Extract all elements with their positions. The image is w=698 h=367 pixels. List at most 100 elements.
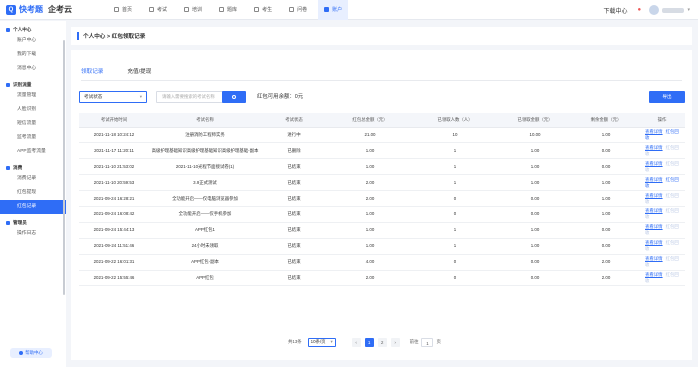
table-cell: 已结束	[261, 190, 327, 207]
table-cell: 3.9正式测试	[149, 174, 261, 192]
sidebar-item[interactable]: 短信流量	[0, 117, 66, 131]
prev-page-button[interactable]: ‹	[351, 337, 361, 347]
tab-1[interactable]: 充值/提现	[127, 67, 151, 81]
column-header: 考试名称	[149, 113, 261, 128]
table-cell-actions: 查看详情 红包回收	[639, 190, 685, 207]
table-cell: 0.00	[497, 190, 573, 207]
nav-item-label: 问卷	[297, 7, 308, 13]
column-header: 已领取人数（人）	[413, 113, 497, 128]
sidebar-item[interactable]: 红包提现	[0, 186, 66, 200]
logo[interactable]: Q 快考题 企考云	[6, 4, 94, 15]
nav-item-label: 账户	[332, 7, 343, 13]
chevron-down-icon: ▾	[139, 94, 142, 99]
group-icon	[6, 82, 10, 87]
avatar[interactable]	[649, 5, 660, 15]
group-icon	[6, 165, 10, 170]
main-nav: 首页 考试 培训 题库 考生 问卷 账户	[108, 0, 353, 20]
group-icon	[6, 220, 10, 225]
view-detail-link[interactable]: 查看详情	[645, 240, 663, 245]
view-detail-link[interactable]: 查看详情	[645, 272, 663, 277]
table-cell: 1.00	[327, 142, 413, 160]
sidebar-group-title: 个人中心	[0, 25, 66, 34]
table-cell: 2021-09-24 16:08:42	[79, 206, 149, 223]
sidebar-item[interactable]: APP监考流量	[0, 145, 66, 159]
nav-item-5[interactable]: 问卷	[283, 0, 313, 20]
view-detail-link[interactable]: 查看详情	[645, 129, 663, 134]
view-detail-link[interactable]: 查看详情	[645, 256, 663, 261]
logo-name: 快考题	[19, 5, 43, 14]
nav-item-1[interactable]: 考试	[143, 0, 173, 20]
view-detail-link[interactable]: 查看详情	[645, 224, 663, 229]
page-number-button[interactable]: 2	[377, 337, 387, 347]
view-detail-link[interactable]: 查看详情	[645, 193, 663, 198]
search-icon	[232, 95, 236, 99]
next-page-button[interactable]: ›	[390, 337, 400, 347]
bell-icon[interactable]: ●	[637, 7, 643, 13]
sidebar-item[interactable]: 账户中心	[0, 34, 66, 48]
view-detail-link[interactable]: 查看详情	[645, 208, 663, 213]
table-cell: 2.00	[327, 174, 413, 192]
page-number-button[interactable]: 1	[364, 337, 374, 347]
exam-status-select[interactable]: 考试状态 ▾	[79, 91, 147, 103]
nav-icon	[289, 7, 295, 12]
sidebar-item[interactable]: 监考流量	[0, 131, 66, 145]
chevron-down-icon[interactable]: ▾	[687, 7, 690, 13]
nav-item-label: 考生	[262, 7, 273, 13]
table-cell: 已结束	[261, 238, 327, 255]
table-cell: 2021-09-24 15:44:13	[79, 222, 149, 239]
view-detail-link[interactable]: 查看详情	[645, 145, 663, 150]
logo-subname: 企考云	[48, 5, 72, 14]
table-cell: 0.00	[497, 254, 573, 271]
table-cell: 2.00	[573, 254, 639, 271]
breadcrumb-marker	[77, 32, 79, 40]
nav-item-6[interactable]: 账户	[318, 0, 349, 20]
table-cell: 2021-11-10 20:59:53	[79, 174, 149, 192]
page-size-value: 10条/页	[310, 339, 326, 344]
sidebar-item[interactable]: 人脸识别	[0, 103, 66, 117]
table-cell: 0.00	[497, 270, 573, 287]
table-cell-actions: 查看详情 红包回收	[639, 254, 685, 271]
nav-item-4[interactable]: 考生	[248, 0, 278, 20]
nav-icon	[254, 7, 260, 12]
table-cell: 2.00	[327, 270, 413, 287]
table-cell: 2021-11-10光程节面接试卷(1)	[149, 158, 261, 176]
export-button[interactable]: 导出	[649, 91, 685, 103]
table-row: 2021-09-24 15:44:13 APP红包1 已结束 1.00 1 1.00 0.0…	[79, 222, 685, 239]
search-button[interactable]	[222, 91, 246, 103]
user-name-blurred[interactable]	[662, 7, 685, 13]
sidebar-scrollbar[interactable]	[63, 40, 65, 295]
tab-0[interactable]: 领取记录	[81, 67, 104, 81]
table-cell: APP红包1	[149, 222, 261, 239]
sidebar-item[interactable]: 我的下载	[0, 48, 66, 62]
table-cell: 2021-11-18 10:24:12	[79, 127, 149, 144]
sidebar-item[interactable]: 红包记录	[0, 200, 66, 214]
column-header: 考试状态	[261, 113, 327, 128]
help-center-button[interactable]: 帮助中心	[10, 348, 52, 358]
table-cell: 2021-09-22 15:55:46	[79, 270, 149, 287]
sidebar-item[interactable]: 消息中心	[0, 62, 66, 76]
jump-suffix: 页	[436, 339, 441, 344]
sidebar-item[interactable]: 流量管理	[0, 89, 66, 103]
page-size-select[interactable]: 10条/页 ▾	[307, 337, 336, 347]
sidebar-item[interactable]: 操作日志	[0, 227, 66, 241]
nav-item-label: 首页	[122, 7, 133, 13]
nav-item-3[interactable]: 题库	[213, 0, 243, 20]
table-cell: 1.00	[497, 142, 573, 160]
sidebar-item[interactable]: 消费记录	[0, 172, 66, 186]
download-center-link[interactable]: 下载中心	[603, 6, 627, 15]
sidebar-group-label: 识别流量	[13, 81, 32, 87]
view-detail-link[interactable]: 查看详情	[645, 177, 663, 182]
table-cell: 全功能开启——仅手机参加	[149, 206, 261, 223]
table-cell: 已结束	[261, 158, 327, 176]
jump-page-input[interactable]: 1	[421, 337, 434, 347]
nav-item-0[interactable]: 首页	[108, 0, 138, 20]
table-cell: 已结束	[261, 206, 327, 223]
pagination-total: 共13条	[288, 339, 302, 344]
help-icon	[19, 351, 24, 355]
nav-icon	[324, 7, 330, 12]
table-row: 2021-09-24 16:08:42 全功能开启——仅手机参加 已结束 1.00 0 0…	[79, 206, 685, 223]
table-cell: 0	[413, 206, 497, 223]
view-detail-link[interactable]: 查看详情	[645, 161, 663, 166]
nav-item-2[interactable]: 培训	[178, 0, 208, 20]
table-cell: APP红包-副本	[149, 254, 261, 271]
